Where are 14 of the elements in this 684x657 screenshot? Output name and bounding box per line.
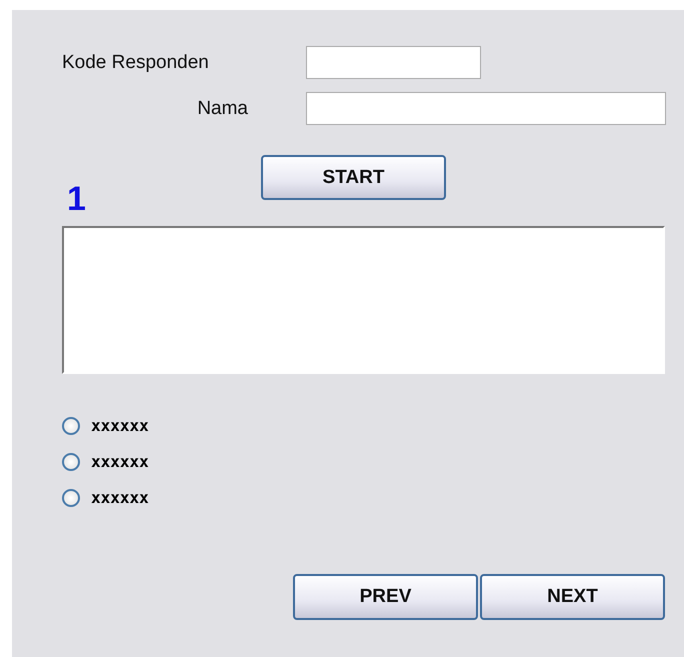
input-field[interactable]	[306, 92, 666, 125]
question-number: 1	[67, 182, 87, 216]
prev-button[interactable]: PREV	[293, 574, 478, 620]
field-label: Kode Responden	[62, 52, 209, 74]
option-label: xxxxxx	[91, 416, 149, 435]
option-label: xxxxxx	[91, 452, 149, 471]
next-button[interactable]: NEXT	[480, 574, 665, 620]
field-label: Nama	[197, 98, 248, 120]
radio-button[interactable]	[62, 452, 80, 470]
option-label: xxxxxx	[91, 488, 149, 507]
start-button[interactable]: START	[261, 155, 446, 200]
radio-button[interactable]	[62, 488, 80, 506]
input-field[interactable]	[306, 46, 481, 79]
radio-button[interactable]	[62, 416, 80, 434]
